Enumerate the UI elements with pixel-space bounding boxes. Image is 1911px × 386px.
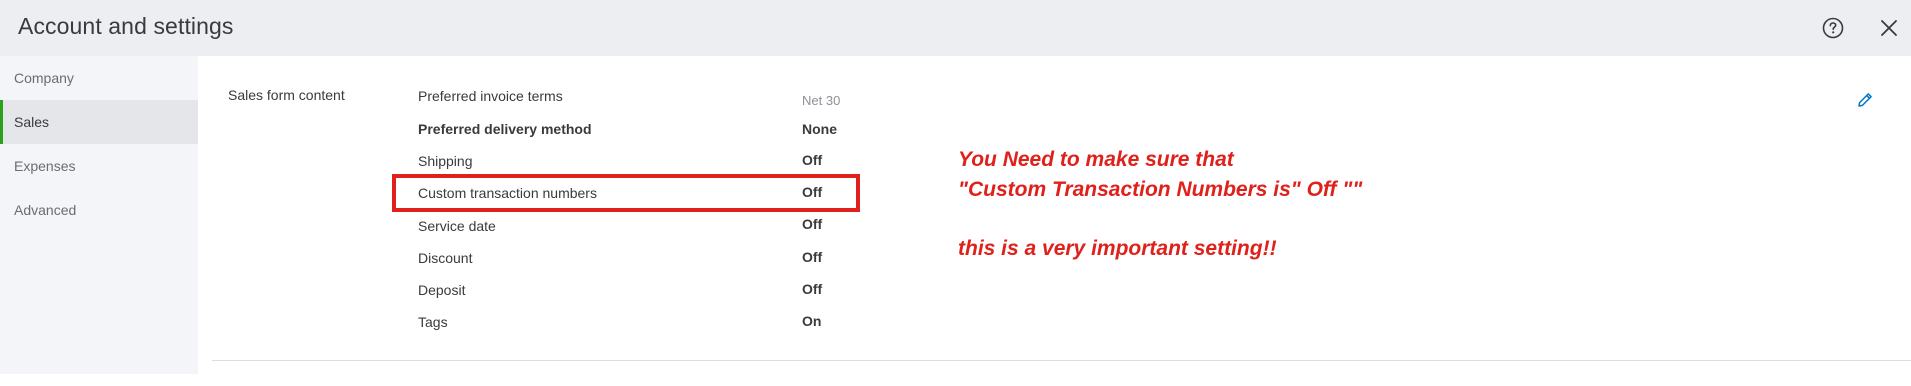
header-bar: Account and settings [0, 0, 1911, 56]
sidebar-item-expenses[interactable]: Expenses [0, 144, 198, 188]
sidebar: Company Sales Expenses Advanced [0, 56, 198, 374]
help-icon[interactable] [1822, 17, 1844, 39]
row-value-deposit: Off [802, 281, 823, 297]
section-label[interactable]: Sales form content [228, 87, 345, 103]
close-icon[interactable] [1879, 18, 1899, 38]
sidebar-item-company[interactable]: Company [0, 56, 198, 100]
row-label-discount: Discount [418, 250, 473, 266]
row-label-shipping: Shipping [418, 153, 473, 169]
row-value-discount: Off [802, 249, 823, 265]
annotation-line-2: "Custom Transaction Numbers is" Off "" [958, 178, 1363, 201]
sidebar-item-advanced[interactable]: Advanced [0, 188, 198, 232]
row-label-delivery-method: Preferred delivery method [418, 121, 592, 137]
row-value-service-date: Off [802, 216, 823, 232]
annotation-line-1: You Need to make sure that [958, 148, 1234, 171]
pencil-icon[interactable] [1855, 90, 1875, 110]
row-value-shipping: Off [802, 152, 823, 168]
divider [212, 360, 1911, 361]
row-value-tags: On [802, 313, 822, 329]
page-title: Account and settings [18, 13, 234, 39]
highlight-box [392, 174, 860, 212]
row-label-invoice-terms: Preferred invoice terms [418, 88, 563, 104]
row-label-deposit: Deposit [418, 282, 466, 298]
row-label-tags: Tags [418, 314, 448, 330]
sidebar-item-sales[interactable]: Sales [0, 100, 198, 144]
row-value-delivery-method: None [802, 121, 837, 137]
annotation-line-3: this is a very important setting!! [958, 237, 1277, 260]
row-value-invoice-terms: Net 30 [802, 93, 841, 108]
row-label-service-date: Service date [418, 218, 496, 234]
